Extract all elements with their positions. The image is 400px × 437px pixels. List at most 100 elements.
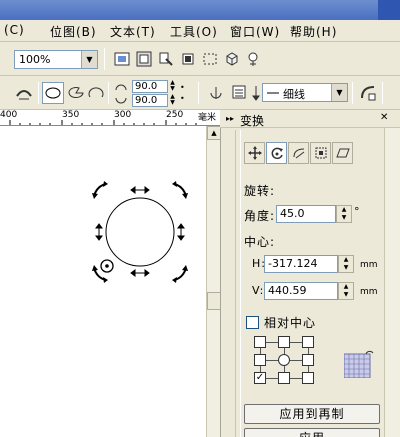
anchor-top-right[interactable] [302, 336, 314, 348]
center-label: 中心: [244, 235, 276, 249]
dotted-frame-icon[interactable] [200, 49, 220, 69]
menu-item-bitmap[interactable]: 位图(B) [50, 23, 97, 40]
application-launcher-icon[interactable] [156, 49, 176, 69]
relative-center-label: 相对中心 [264, 316, 317, 330]
v-unit: mm [360, 287, 378, 297]
end-angle-input[interactable]: 90.0 [132, 94, 168, 107]
close-icon[interactable]: ✕ [380, 112, 388, 123]
skew-tab-icon[interactable] [332, 142, 353, 164]
menu-item-text[interactable]: 文本(T) [110, 23, 156, 40]
rotation-handles-overlay [92, 181, 188, 283]
docker-title: 变换 [240, 114, 265, 128]
angle-unit: ° [354, 205, 360, 218]
skew-handle-top [130, 186, 150, 194]
shape-tool-icon[interactable] [14, 83, 34, 103]
chevron-down-icon[interactable]: ▼ [81, 51, 97, 68]
title-bar-buttons [378, 0, 400, 20]
anchor-bottom-center[interactable] [278, 372, 290, 384]
size-tab-icon[interactable] [310, 142, 331, 164]
menu-item-help[interactable]: 帮助(H) [290, 23, 337, 40]
scroll-thumb[interactable] [207, 292, 221, 310]
position-tab-icon[interactable] [244, 142, 265, 164]
horizontal-ruler[interactable]: 400 350 300 250 毫米 [0, 110, 220, 126]
menu-bar: (C) 位图(B) 文本(T) 工具(O) 窗口(W) 帮助(H) [0, 20, 400, 42]
ruler-unit-label: 毫米 [198, 113, 217, 123]
options-icon[interactable] [244, 49, 264, 69]
skew-handle-right [177, 223, 185, 241]
anchor-middle-right[interactable] [302, 354, 314, 366]
anchor-bottom-right[interactable] [302, 372, 314, 384]
rotation-center-marker [100, 259, 114, 273]
cube-icon[interactable] [222, 49, 242, 69]
skew-handle-left [95, 223, 103, 241]
toolbar-separator [38, 82, 39, 104]
rotate-tab-icon[interactable] [266, 142, 287, 164]
end-angle-spinner[interactable]: ▲ ▼ [168, 94, 177, 107]
skew-handle-bottom [130, 269, 150, 277]
menu-item-edit[interactable]: (C) [4, 23, 25, 37]
start-angle-input[interactable]: 90.0 [132, 80, 168, 93]
outline-pen-icon[interactable] [250, 83, 262, 103]
rotate-section-label: 旋转: [244, 184, 276, 198]
start-angle-spinner[interactable]: ▲ ▼ [168, 80, 177, 93]
wrap-text-icon[interactable] [206, 83, 226, 103]
docker-scrollbar[interactable] [384, 128, 400, 437]
zoom-level-value: 100% [19, 53, 51, 66]
docker-header: ▸▸ 变换 ✕ [220, 110, 400, 128]
outline-width-value: 细线 [283, 88, 305, 101]
expand-arrows-icon[interactable]: ▸▸ [226, 114, 234, 123]
drawing-canvas[interactable] [0, 126, 206, 437]
toolbar-icon-group [112, 49, 264, 69]
arc-mode-icon[interactable] [86, 83, 106, 103]
ruler-tick-label: 300 [114, 110, 132, 120]
scale-mirror-tab-icon[interactable] [288, 142, 309, 164]
h-unit: mm [360, 260, 378, 270]
toolbar-separator [198, 82, 199, 104]
toolbar-separator [104, 48, 105, 70]
apply-button[interactable]: 应用 [244, 428, 380, 437]
convert-to-curves-icon[interactable] [358, 83, 378, 103]
v-label: V: [252, 284, 265, 297]
end-angle-icon [114, 94, 128, 108]
docker-side-strip [222, 130, 236, 437]
frame-view-icon[interactable] [134, 49, 154, 69]
ellipse-mode-button[interactable] [42, 82, 64, 104]
toolbar-separator [108, 82, 109, 104]
ellipse-shape [105, 197, 175, 267]
center-h-spinner[interactable]: ▲ ▼ [338, 255, 354, 273]
start-angle-icon [114, 80, 128, 94]
center-v-spinner[interactable]: ▲ ▼ [338, 282, 354, 300]
toolbar-separator [382, 82, 383, 104]
anchor-middle-left[interactable] [254, 354, 266, 366]
chevron-down-icon[interactable]: ▼ [331, 84, 347, 101]
outline-width-combo[interactable]: 细线 ▼ [262, 83, 348, 102]
menu-item-tools[interactable]: 工具(O) [170, 23, 218, 40]
title-bar [0, 0, 400, 20]
zoom-level-combo[interactable]: 100% ▼ [14, 50, 98, 69]
menu-item-window[interactable]: 窗口(W) [230, 23, 280, 40]
toolbar-separator [352, 82, 353, 104]
apply-to-duplicate-button[interactable]: 应用到再制 [244, 404, 380, 424]
anchor-top-center[interactable] [278, 336, 290, 348]
ruler-tick-label: 250 [166, 110, 184, 120]
relative-center-checkbox[interactable] [246, 316, 259, 329]
full-screen-preview-icon[interactable] [112, 49, 132, 69]
transform-mode-tabs [244, 142, 356, 166]
scroll-up-icon[interactable]: ▲ [207, 126, 221, 140]
canvas-vertical-scrollbar[interactable]: ▲ [206, 126, 221, 437]
calculator-grid-icon [343, 350, 374, 379]
ruler-tick-label: 400 [0, 110, 18, 120]
angle-spinner[interactable]: ▲ ▼ [336, 205, 352, 223]
pie-mode-icon[interactable] [66, 83, 86, 103]
center-h-input[interactable]: -317.124 [264, 255, 338, 273]
anchor-top-left[interactable] [254, 336, 266, 348]
center-v-input[interactable]: 440.59 [264, 282, 338, 300]
anchor-bottom-left[interactable]: ✓ [254, 372, 266, 384]
page-icon[interactable] [178, 49, 198, 69]
anchor-center[interactable] [278, 354, 290, 366]
angle-input[interactable]: 45.0 [276, 205, 336, 223]
to-back-icon[interactable] [230, 83, 250, 103]
angle-label: 角度: [244, 209, 276, 223]
direction-toggle[interactable]: • • [180, 82, 185, 104]
ruler-tick-label: 350 [62, 110, 80, 120]
